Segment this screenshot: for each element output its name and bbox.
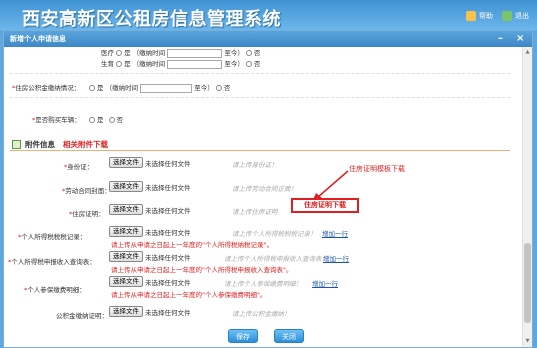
- file-picker-housing: 选择文件 未选择任何文件: [109, 204, 191, 215]
- apply-dialog: 新增个人申请信息 – × 医疗 是 （缴纳时间 至今） 否 生育 是 （缴纳时间…: [3, 30, 533, 348]
- file-picker-income: 选择文件 未选择任何文件: [109, 251, 191, 262]
- note-income: 请上传从申请之日起上一年度的"个人所得税申报收入查询表"。: [111, 266, 293, 274]
- close-button[interactable]: 关闭: [274, 329, 304, 343]
- choose-file-button[interactable]: 选择文件: [109, 226, 143, 237]
- maternity-date-input[interactable]: [167, 59, 223, 69]
- hint-insurance: 请上传个人参保缴费明细！: [224, 280, 302, 288]
- note-insurance: 请上传从申请之日起上一年度的"个人参保缴费明细"。: [111, 291, 267, 299]
- add-row-link[interactable]: 增加一行: [322, 228, 348, 238]
- choose-file-button[interactable]: 选择文件: [109, 276, 143, 287]
- car-no-radio[interactable]: [108, 117, 115, 123]
- attachment-label-insurance: *个人参保缴费明细：: [24, 286, 86, 294]
- row-divider: [10, 73, 510, 74]
- attachment-label-id: *身份证：: [64, 163, 94, 171]
- insurance-row-medical: 医疗 是 （缴纳时间 至今） 否: [101, 48, 261, 58]
- housing-fund-yes-radio[interactable]: [89, 85, 95, 91]
- dialog-body: 医疗 是 （缴纳时间 至今） 否 生育 是 （缴纳时间 至今） 否 *住房公积金…: [4, 47, 523, 347]
- hint-fund: 请上传公积金缴纳！: [232, 310, 291, 318]
- choose-file-button[interactable]: 选择文件: [109, 251, 143, 262]
- attachment-icon: [12, 140, 21, 149]
- note-tax: 请上传从申请之日起上一年度的"个人所得税纳税记录"。: [111, 241, 273, 249]
- hint-contract: 请上传劳动合同正面！: [232, 185, 297, 193]
- logout-icon: [502, 11, 512, 21]
- file-picker-insurance: 选择文件 未选择任何文件: [109, 276, 191, 287]
- insurance-row-maternity: 生育 是 （缴纳时间 至今） 否: [101, 59, 261, 69]
- save-button[interactable]: 保存: [228, 329, 258, 343]
- housing-template-download-box[interactable]: 住房证明下载: [291, 198, 359, 213]
- row-divider: [10, 97, 510, 98]
- attachment-label-tax: *个人所得税税税记录：: [18, 233, 87, 241]
- scroll-up-icon[interactable]: ▲: [524, 48, 531, 56]
- hint-id: 请上传身份证！: [232, 161, 278, 169]
- scroll-thumb[interactable]: [524, 243, 531, 323]
- maternity-no-radio[interactable]: [245, 61, 252, 67]
- file-picker-id: 选择文件 未选择任何文件: [109, 157, 191, 168]
- section-divider: [10, 150, 510, 151]
- housing-fund-no-radio[interactable]: [215, 85, 222, 91]
- medical-no-radio[interactable]: [245, 50, 252, 56]
- attachments-header: 附件信息 相关附件下载: [12, 139, 108, 150]
- attachments-download-link[interactable]: 相关附件下载: [63, 139, 108, 150]
- attachment-label-fund: 公积金缴纳证明：: [56, 312, 108, 320]
- logout-link[interactable]: 退出: [502, 11, 529, 21]
- minimize-button[interactable]: –: [498, 31, 503, 47]
- choose-file-button[interactable]: 选择文件: [109, 157, 143, 168]
- attachment-label-contract: *劳动合同封面：: [62, 187, 111, 195]
- hint-tax: 请上传个人所得税税税记录！: [232, 230, 317, 238]
- car-yes-radio[interactable]: [89, 117, 95, 123]
- medical-yes-radio[interactable]: [116, 50, 123, 56]
- choose-file-button[interactable]: 选择文件: [109, 181, 143, 192]
- attachment-label-housing: *住房证明：: [69, 210, 105, 218]
- dialog-scrollbar[interactable]: ▲ ▼: [522, 47, 532, 347]
- car-options: 是 否: [89, 114, 123, 124]
- add-row-link[interactable]: 增加一行: [323, 253, 349, 263]
- housing-fund-options: 是 （缴纳时间 至今） 否: [89, 82, 230, 93]
- logout-label: 退出: [515, 12, 529, 20]
- choose-file-button[interactable]: 选择文件: [109, 306, 143, 317]
- choose-file-button[interactable]: 选择文件: [109, 204, 143, 215]
- help-link[interactable]: 帮助: [466, 11, 493, 21]
- app-title: 西安高新区公租房信息管理系统: [22, 9, 281, 30]
- hint-housing: 请上传住房证明: [232, 208, 278, 216]
- scroll-down-icon[interactable]: ▼: [524, 337, 531, 345]
- dialog-title: 新增个人申请信息: [10, 35, 66, 43]
- medical-date-input[interactable]: [167, 48, 223, 58]
- app-header: 西安高新区公租房信息管理系统 帮助 退出: [0, 0, 537, 30]
- attachment-label-income: *个人所得税申报收入查询表：: [8, 258, 96, 266]
- add-row-link[interactable]: 增加一行: [312, 278, 338, 288]
- file-picker-fund: 选择文件 未选择任何文件: [109, 306, 191, 317]
- maternity-yes-radio[interactable]: [116, 61, 123, 67]
- file-picker-contract: 选择文件 未选择任何文件: [109, 181, 191, 192]
- car-label: *是否购买车辆：: [32, 116, 81, 124]
- help-icon: [466, 11, 476, 21]
- housing-fund-date-input[interactable]: [140, 83, 193, 93]
- close-dialog-button[interactable]: ×: [516, 31, 524, 47]
- hint-income: 请上传个人所得税申报收入查询表！: [224, 255, 328, 263]
- housing-fund-label: *住房公积金缴纳情况：: [12, 84, 81, 92]
- file-picker-tax: 选择文件 未选择任何文件: [109, 226, 191, 237]
- help-label: 帮助: [479, 12, 493, 20]
- dialog-titlebar: 新增个人申请信息 – ×: [4, 31, 532, 47]
- attachments-title: 附件信息: [25, 140, 55, 149]
- annotation-callout: 住房证明模板下载: [349, 165, 405, 173]
